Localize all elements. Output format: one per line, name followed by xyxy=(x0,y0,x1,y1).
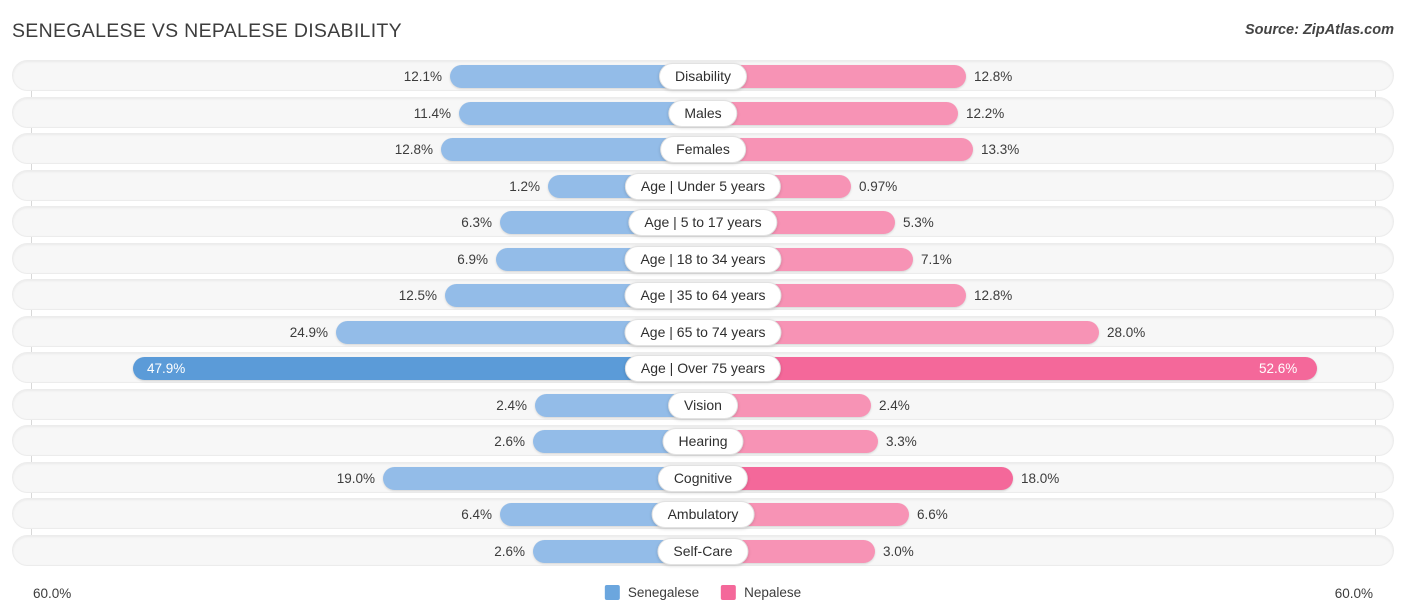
bar-senegalese xyxy=(459,101,703,125)
legend-item-senegalese[interactable]: Senegalese xyxy=(604,585,700,600)
value-label-nepalese: 5.3% xyxy=(903,215,934,230)
value-label-nepalese: 18.0% xyxy=(1021,470,1060,486)
category-label: Age | Under 5 years xyxy=(624,172,782,200)
table-row: 6.9% 7.1% Age | 18 to 34 years xyxy=(12,242,1394,274)
value-label-senegalese: 6.4% xyxy=(461,507,492,522)
category-label: Self-Care xyxy=(657,537,749,565)
category-label: Cognitive xyxy=(657,464,749,492)
value-label-nepalese: 52.6% xyxy=(1259,361,1298,376)
value-label-senegalese: 6.9% xyxy=(457,251,488,267)
value-label-nepalese: 28.0% xyxy=(1107,324,1146,340)
value-label-senegalese: 12.1% xyxy=(403,69,442,84)
table-row: 2.6% 3.0% Self-Care xyxy=(12,534,1394,566)
value-label-nepalese: 0.97% xyxy=(859,178,898,194)
diverging-bar-chart: 12.1% 12.8% Disability 11.4% 12.2% Males 12.8%… xyxy=(0,60,1406,572)
table-row: 12.5% 12.8% Age | 35 to 64 years xyxy=(12,279,1394,310)
table-row: 1.2% 0.97% Age | Under 5 years xyxy=(12,169,1394,201)
legend-item-nepalese[interactable]: Nepalese xyxy=(721,585,801,600)
category-label: Age | Over 75 years xyxy=(624,355,782,382)
value-label-senegalese: 2.4% xyxy=(496,397,527,413)
chart-rows: 12.1% 12.8% Disability 11.4% 12.2% Males 12.8%… xyxy=(0,60,1406,566)
value-label-senegalese: 12.5% xyxy=(398,288,437,303)
bar-nepalese xyxy=(703,101,958,125)
axis-tick-left: 60.0% xyxy=(33,586,72,601)
value-label-senegalese: 11.4% xyxy=(413,105,451,121)
table-row: 12.1% 12.8% Disability xyxy=(12,60,1394,91)
legend-swatch-nepalese xyxy=(721,585,737,600)
source-attribution: Source: ZipAtlas.com xyxy=(1244,22,1394,38)
category-label: Females xyxy=(660,136,746,163)
value-label-nepalese: 12.8% xyxy=(974,69,1013,84)
category-label: Ambulatory xyxy=(651,501,755,528)
value-label-senegalese: 47.9% xyxy=(147,361,186,376)
legend-label-nepalese: Nepalese xyxy=(744,585,802,600)
bar-senegalese xyxy=(133,357,703,380)
value-label-nepalese: 13.3% xyxy=(981,142,1020,157)
value-label-senegalese: 19.0% xyxy=(336,470,375,486)
bar-senegalese xyxy=(383,466,703,490)
value-label-nepalese: 7.1% xyxy=(921,251,952,267)
value-label-nepalese: 12.2% xyxy=(966,105,1005,121)
legend-label-senegalese: Senegalese xyxy=(627,585,700,600)
table-row: 2.4% 2.4% Vision xyxy=(12,388,1394,420)
table-row: 6.3% 5.3% Age | 5 to 17 years xyxy=(12,206,1394,237)
table-row: 19.0% 18.0% Cognitive xyxy=(12,461,1394,493)
value-label-senegalese: 1.2% xyxy=(509,178,540,194)
value-label-nepalese: 12.8% xyxy=(974,288,1013,303)
category-label: Age | 65 to 74 years xyxy=(624,318,782,346)
category-label: Age | 18 to 34 years xyxy=(624,245,782,273)
value-label-nepalese: 2.4% xyxy=(879,397,910,413)
bar-nepalese xyxy=(703,357,1317,380)
table-row: 47.9% 52.6% Age | Over 75 years xyxy=(12,352,1394,383)
value-label-senegalese: 24.9% xyxy=(289,324,328,340)
value-label-senegalese: 6.3% xyxy=(461,215,492,230)
table-row: 12.8% 13.3% Females xyxy=(12,133,1394,164)
value-label-nepalese: 6.6% xyxy=(917,507,948,522)
legend-swatch-senegalese xyxy=(604,585,620,600)
value-label-senegalese: 2.6% xyxy=(494,434,525,449)
category-label: Males xyxy=(668,99,738,127)
category-label: Vision xyxy=(668,391,738,419)
chart-legend: Senegalese Nepalese xyxy=(604,585,801,600)
page-title: SENEGALESE VS NEPALESE DISABILITY xyxy=(12,20,402,42)
value-label-senegalese: 12.8% xyxy=(394,142,433,157)
category-label: Disability xyxy=(658,63,748,90)
table-row: 11.4% 12.2% Males xyxy=(12,96,1394,128)
category-label: Age | 35 to 64 years xyxy=(624,282,782,309)
value-label-nepalese: 3.3% xyxy=(886,434,917,449)
chart-page: SENEGALESE VS NEPALESE DISABILITY Source… xyxy=(0,0,1406,612)
table-row: 6.4% 6.6% Ambulatory xyxy=(12,498,1394,529)
category-label: Hearing xyxy=(662,428,744,455)
axis-tick-right: 60.0% xyxy=(1334,586,1373,601)
value-label-nepalese: 3.0% xyxy=(883,543,914,559)
bar-nepalese xyxy=(703,466,1013,490)
category-label: Age | 5 to 17 years xyxy=(628,209,778,236)
value-label-senegalese: 2.6% xyxy=(494,543,525,559)
table-row: 24.9% 28.0% Age | 65 to 74 years xyxy=(12,315,1394,347)
chart-header: SENEGALESE VS NEPALESE DISABILITY Source… xyxy=(0,0,1406,58)
chart-footer: 60.0% 60.0% Senegalese Nepalese xyxy=(0,582,1406,608)
table-row: 2.6% 3.3% Hearing xyxy=(12,425,1394,456)
